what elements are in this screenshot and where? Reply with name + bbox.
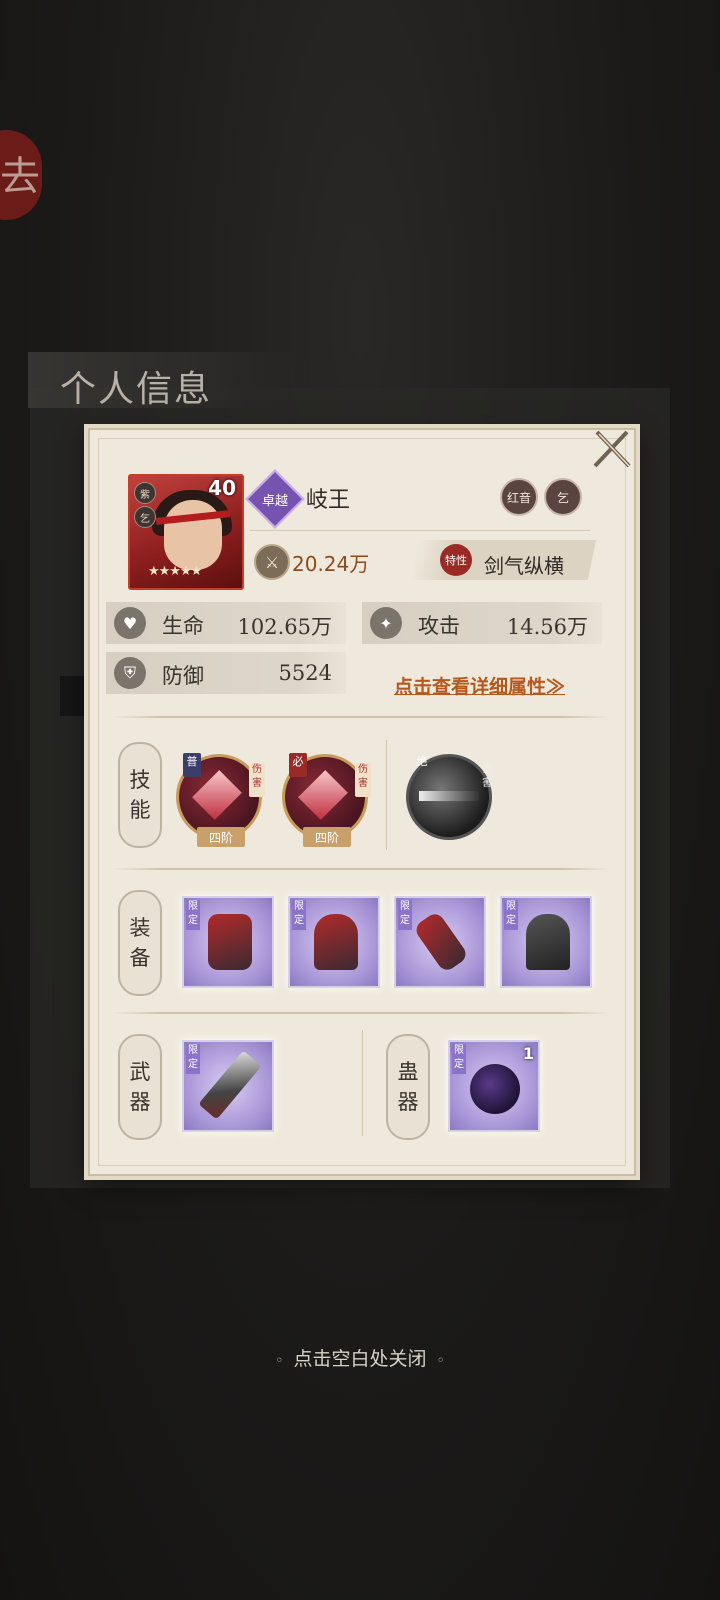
- bracer-icon: [412, 910, 470, 974]
- skill-slot-ultimate[interactable]: 绝 伤害: [406, 754, 492, 840]
- hero-tag[interactable]: 红音: [500, 478, 538, 516]
- limited-tag: 限定: [398, 900, 412, 930]
- weapon-slot[interactable]: 限定: [182, 1040, 274, 1132]
- portrait-badge: 乞: [134, 506, 156, 528]
- close-icon: [593, 430, 631, 468]
- gu-section-label: 蛊 器: [386, 1034, 430, 1140]
- equipment-slot-boots[interactable]: 限定: [182, 896, 274, 988]
- portrait-face: [164, 500, 222, 570]
- label-char: 器: [397, 1090, 419, 1114]
- portrait-badges: 紫 乞: [134, 482, 156, 528]
- hero-portrait[interactable]: 紫 乞 40 ★★★★★: [128, 474, 244, 590]
- skill-type: 必: [289, 753, 307, 777]
- stat-def: ⛨ 防御 5524: [106, 652, 346, 694]
- stat-hp-value: 102.65万: [237, 615, 332, 639]
- label-char: 武: [129, 1060, 151, 1084]
- equipment-section-label: 装 备: [118, 890, 162, 996]
- heart-icon: ♥: [114, 607, 146, 639]
- boots-icon: [208, 914, 252, 970]
- limited-tag: 限定: [186, 900, 200, 930]
- ornament-icon: ◦: [436, 1353, 445, 1369]
- skill-slot[interactable]: 普 伤害 四阶: [176, 753, 265, 847]
- skill-tier: 四阶: [197, 827, 245, 847]
- skill-art: [192, 770, 242, 820]
- section-divider: [112, 868, 612, 870]
- limited-tag: 限定: [452, 1044, 466, 1074]
- hero-stars: ★★★★★: [148, 564, 202, 579]
- skill-art: [298, 770, 348, 820]
- section-vertical-divider: [386, 740, 387, 850]
- gourd-icon: [470, 1064, 520, 1114]
- rank-badge-text: 卓越: [261, 493, 288, 509]
- close-hint[interactable]: ◦ 点击空白处关闭 ◦: [0, 1344, 720, 1371]
- skill-tag: 伤害: [482, 764, 492, 789]
- hero-name: 岐王: [306, 488, 351, 513]
- stat-def-value: 5524: [278, 661, 332, 685]
- label-char: 装: [129, 916, 151, 940]
- ornament-icon: ◦: [275, 1353, 284, 1369]
- skill-tag: 伤害: [355, 763, 371, 797]
- stat-def-label: 防御: [162, 664, 204, 688]
- hero-power: 20.24万: [292, 552, 370, 576]
- crossed-swords-icon: ⚔: [254, 544, 290, 580]
- equipment-slot-armor[interactable]: 限定: [288, 896, 380, 988]
- background-banner-title: 个人信息: [60, 369, 213, 410]
- stat-hp-label: 生命: [162, 614, 204, 638]
- section-divider: [112, 716, 612, 718]
- equipment-slot-bracer[interactable]: 限定: [394, 896, 486, 988]
- shield-icon: ⛨: [114, 657, 146, 689]
- gu-slot[interactable]: 限定 1: [448, 1040, 540, 1132]
- equipment-slot-helmet[interactable]: 限定: [500, 896, 592, 988]
- limited-tag: 限定: [186, 1044, 200, 1074]
- label-char: 器: [129, 1090, 151, 1114]
- detail-attributes-link[interactable]: 点击查看详细属性≫: [394, 672, 565, 699]
- gu-count: 1: [522, 1044, 534, 1063]
- limited-tag: 限定: [292, 900, 306, 930]
- close-button[interactable]: [588, 426, 636, 472]
- stat-atk: ✦ 攻击 14.56万: [362, 602, 602, 644]
- sword-item-icon: [198, 1050, 262, 1120]
- label-char: 蛊: [397, 1060, 419, 1084]
- skills-section-label: 技 能: [118, 742, 162, 848]
- portrait-badge: 紫: [134, 482, 156, 504]
- section-divider: [112, 1012, 612, 1014]
- hero-tag[interactable]: 乞: [544, 478, 582, 516]
- armor-icon: [314, 914, 358, 970]
- label-char: 技: [129, 768, 151, 792]
- stat-atk-label: 攻击: [418, 614, 460, 638]
- skill-tier: 四阶: [303, 827, 351, 847]
- skill-type: 绝: [416, 755, 428, 768]
- skill-art: [419, 791, 479, 801]
- skill-tag: 伤害: [249, 763, 265, 797]
- background-seal-char: 去: [0, 154, 40, 200]
- sword-icon: ✦: [370, 607, 402, 639]
- helmet-icon: [526, 914, 570, 970]
- label-char: 能: [129, 798, 151, 822]
- stat-atk-value: 14.56万: [506, 615, 588, 639]
- label-char: 备: [129, 946, 151, 970]
- limited-tag: 限定: [504, 900, 518, 930]
- stat-hp: ♥ 生命 102.65万: [106, 602, 346, 644]
- hero-level: 40: [208, 476, 236, 500]
- close-hint-text: 点击空白处关闭: [293, 1348, 427, 1370]
- weapon-section-label: 武 器: [118, 1034, 162, 1140]
- trait-icon: 特性: [440, 544, 472, 576]
- skill-slot[interactable]: 必 伤害 四阶: [282, 753, 371, 847]
- trait-name[interactable]: 剑气纵横: [484, 550, 564, 579]
- section-vertical-divider: [362, 1030, 363, 1136]
- header-divider: [250, 530, 590, 531]
- skill-type: 普: [183, 753, 201, 777]
